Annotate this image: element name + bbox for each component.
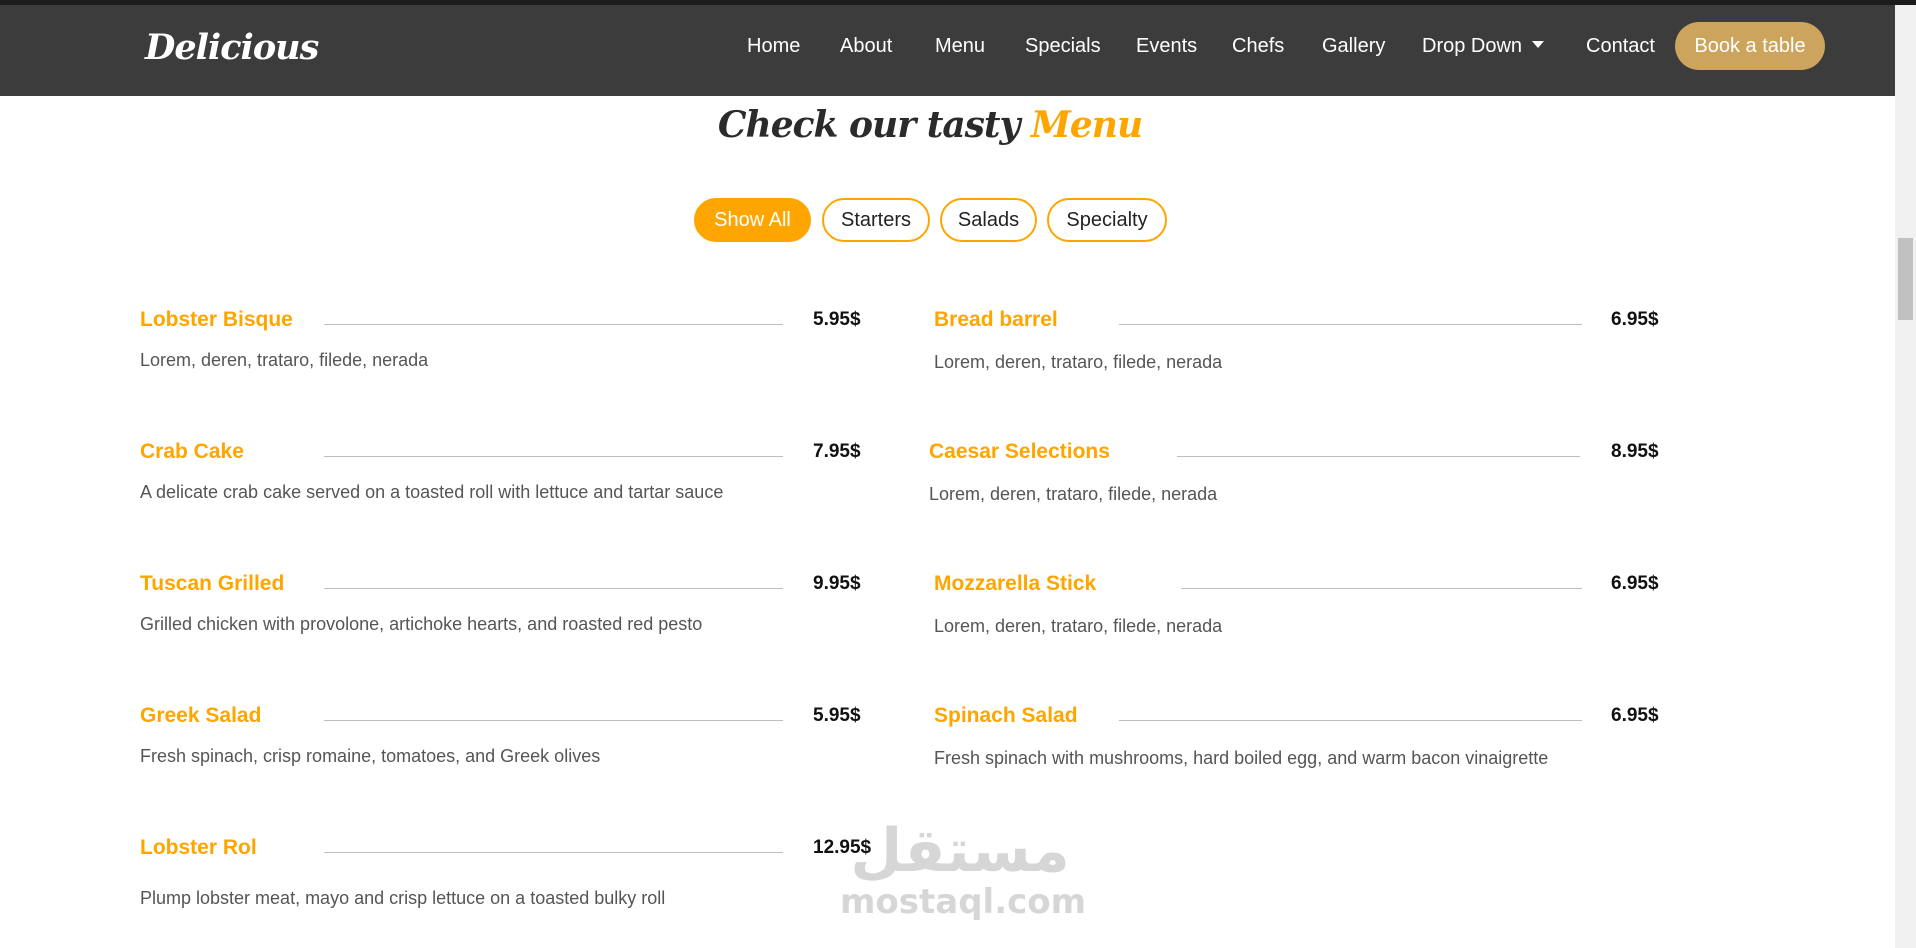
menu-item-name: Greek Salad — [140, 704, 262, 727]
nav-link-chefs[interactable]: Chefs — [1232, 35, 1284, 58]
menu-item-description: Plump lobster meat, mayo and crisp lettu… — [140, 888, 666, 908]
nav-link-gallery[interactable]: Gallery — [1322, 35, 1385, 58]
watermark: مستقل mostaql.com — [840, 816, 1087, 922]
nav-link-about[interactable]: About — [840, 35, 892, 58]
menu-item-divider — [324, 456, 783, 457]
caret-down-icon — [1532, 41, 1545, 48]
menu-item-price: 7.95$ — [813, 441, 861, 462]
nav-link-contact[interactable]: Contact — [1586, 35, 1655, 58]
nav-link-menu[interactable]: Menu — [935, 35, 985, 58]
scrollbar-thumb[interactable] — [1898, 238, 1913, 320]
menu-item-name: Tuscan Grilled — [140, 572, 285, 595]
navbar: Delicious Home About Menu Specials Event… — [0, 5, 1895, 96]
menu-item-divider — [324, 588, 783, 589]
filter-salads[interactable]: Salads — [940, 198, 1037, 242]
nav-link-dropdown-label: Drop Down — [1422, 35, 1523, 57]
menu-item-divider — [1119, 324, 1582, 325]
filter-show-all[interactable]: Show All — [694, 198, 811, 242]
menu-item-name: Spinach Salad — [934, 704, 1078, 727]
menu-item-divider — [324, 852, 783, 853]
menu-item-divider — [1119, 720, 1582, 721]
brand-logo[interactable]: Delicious — [145, 27, 319, 68]
menu-item-description: Lorem, deren, trataro, filede, nerada — [934, 616, 1223, 636]
menu-item-name: Caesar Selections — [929, 440, 1110, 463]
menu-item-price: 8.95$ — [1611, 441, 1659, 462]
nav-link-home[interactable]: Home — [747, 35, 800, 58]
menu-item-name: Bread barrel — [934, 308, 1058, 331]
menu-item-description: A delicate crab cake served on a toasted… — [140, 482, 724, 502]
menu-item-description: Fresh spinach, crisp romaine, tomatoes, … — [140, 746, 601, 766]
menu-item-price: 5.95$ — [813, 705, 861, 726]
menu-item-name: Lobster Rol — [140, 836, 257, 859]
book-table-button[interactable]: Book a table — [1675, 22, 1825, 70]
menu-item-name: Crab Cake — [140, 440, 244, 463]
filter-starters[interactable]: Starters — [822, 198, 930, 242]
menu-item-price: 6.95$ — [1611, 705, 1659, 726]
menu-item-divider — [1177, 456, 1580, 457]
menu-item-name: Mozzarella Stick — [934, 572, 1097, 595]
section-title-accent: Menu — [1031, 104, 1143, 146]
menu-item-price: 6.95$ — [1611, 309, 1659, 330]
menu-item-description: Grilled chicken with provolone, artichok… — [140, 614, 703, 634]
menu-item-description: Fresh spinach with mushrooms, hard boile… — [934, 748, 1549, 768]
menu-item-description: Lorem, deren, trataro, filede, nerada — [140, 350, 429, 370]
watermark-latin: mostaql.com — [840, 882, 1087, 922]
nav-link-dropdown[interactable]: Drop Down — [1422, 35, 1545, 58]
nav-link-events[interactable]: Events — [1136, 35, 1197, 58]
menu-item-divider — [1181, 588, 1582, 589]
menu-item-price: 6.95$ — [1611, 573, 1659, 594]
menu-item-divider — [324, 324, 783, 325]
menu-item-name: Lobster Bisque — [140, 308, 293, 331]
watermark-arabic: مستقل — [850, 816, 1070, 886]
section-title: Check our tasty Menu — [0, 104, 1860, 146]
menu-item-description: Lorem, deren, trataro, filede, nerada — [929, 484, 1218, 504]
menu-item-price: 9.95$ — [813, 573, 861, 594]
section-title-prefix: Check our tasty — [717, 104, 1021, 146]
menu-item-price: 5.95$ — [813, 309, 861, 330]
menu-item-divider — [324, 720, 783, 721]
menu-item-description: Lorem, deren, trataro, filede, nerada — [934, 352, 1223, 372]
filter-specialty[interactable]: Specialty — [1047, 198, 1167, 242]
scrollbar-track[interactable] — [1895, 5, 1916, 948]
nav-link-specials[interactable]: Specials — [1025, 35, 1101, 58]
